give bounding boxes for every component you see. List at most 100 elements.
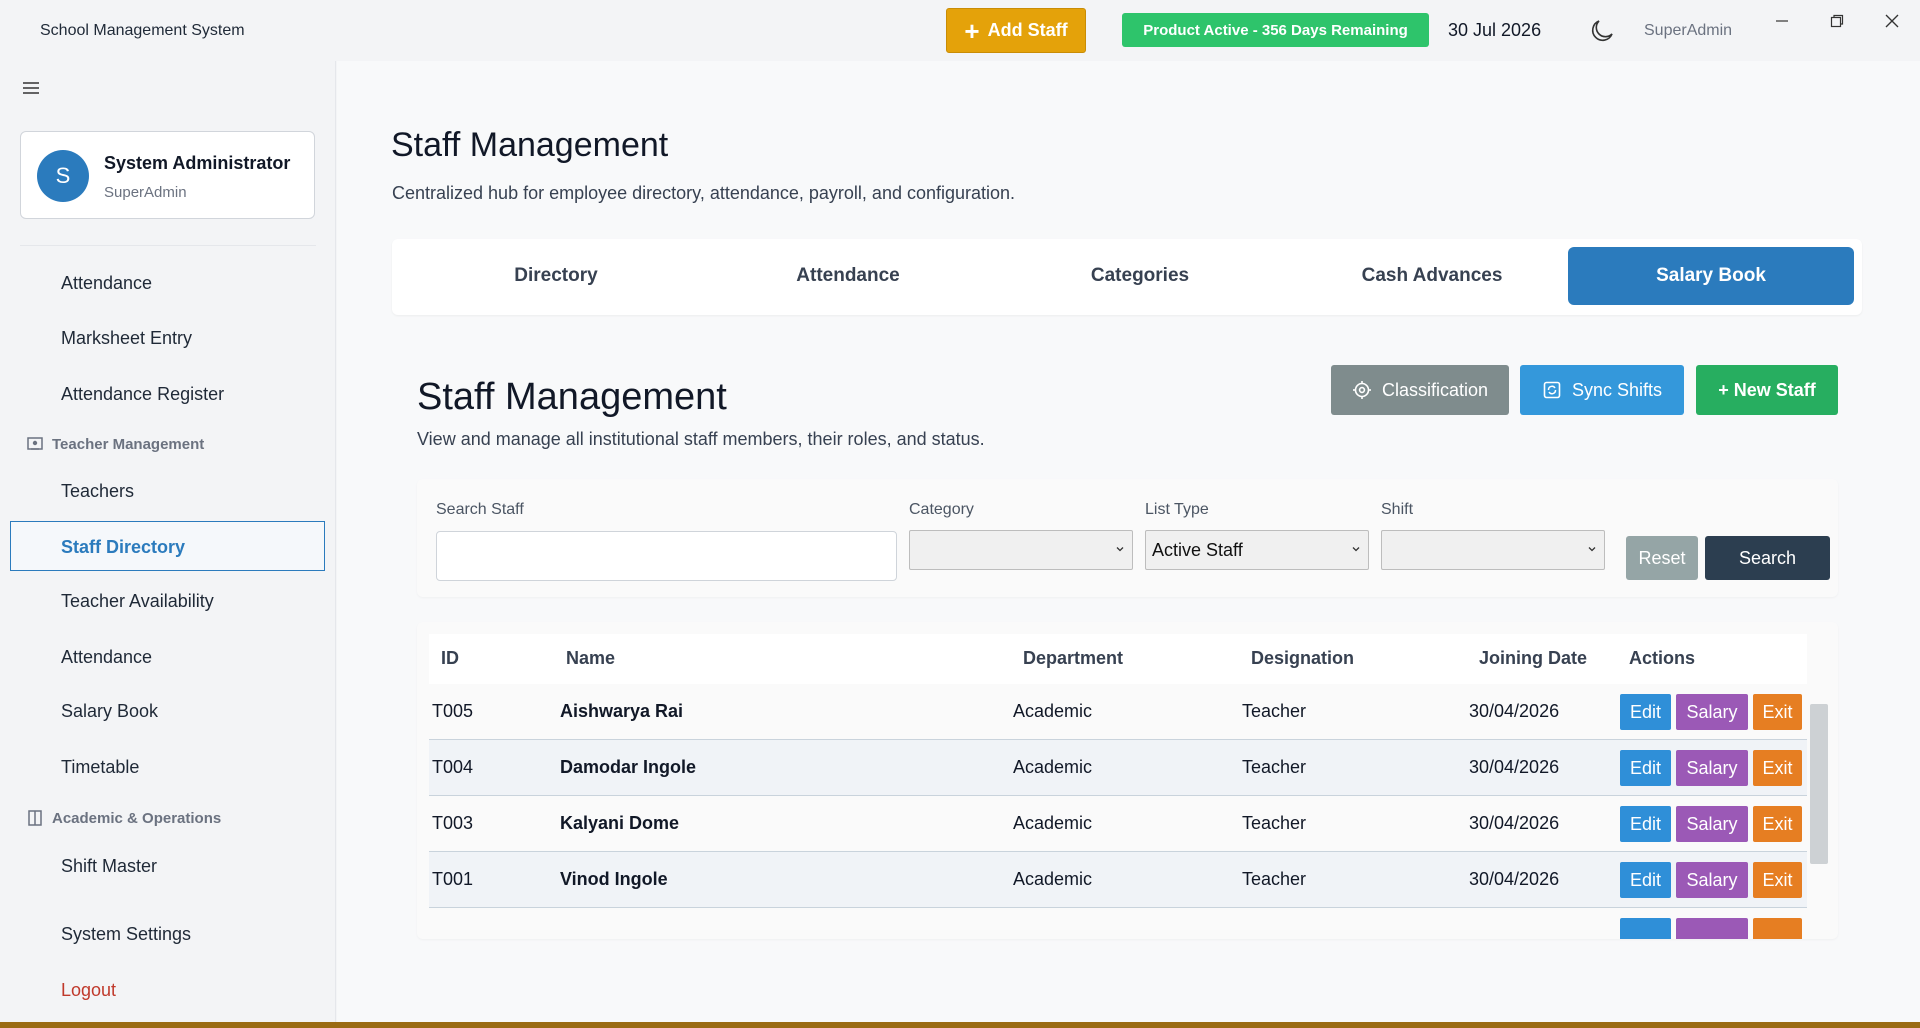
cell-name: Vinod Ingole bbox=[560, 869, 668, 889]
add-staff-button[interactable]: + Add Staff bbox=[946, 8, 1086, 53]
teacher-icon bbox=[27, 437, 43, 450]
shift-select[interactable] bbox=[1381, 530, 1605, 570]
tab-attendance[interactable]: Attendance bbox=[705, 247, 991, 305]
cell-id: T005 bbox=[432, 701, 474, 721]
section-label: Teacher Management bbox=[52, 435, 205, 453]
cell-id: T001 bbox=[432, 869, 474, 889]
list-type-value: Active Staff bbox=[1152, 539, 1243, 560]
divider bbox=[20, 245, 316, 246]
tab-categories[interactable]: Categories bbox=[997, 247, 1283, 305]
exit-button[interactable]: Exit bbox=[1753, 862, 1802, 898]
edit-button[interactable]: Edit bbox=[1620, 750, 1671, 786]
profile-role: SuperAdmin bbox=[104, 184, 187, 201]
page-title: Staff Management bbox=[391, 126, 669, 164]
sidebar-item-marksheet-entry[interactable]: Marksheet Entry bbox=[61, 328, 192, 349]
salary-button[interactable]: Salary bbox=[1676, 694, 1748, 730]
cell-designation: Teacher bbox=[1242, 813, 1307, 833]
chevron-down-icon bbox=[1116, 547, 1124, 552]
sidebar-item-logout[interactable]: Logout bbox=[61, 980, 116, 1001]
new-staff-button[interactable]: + New Staff bbox=[1696, 365, 1838, 415]
cell-designation: Teacher bbox=[1242, 869, 1307, 889]
header-joining-date: Joining Date bbox=[1479, 648, 1588, 668]
section-academic-operations: Academic & Operations bbox=[26, 809, 221, 827]
close-button[interactable] bbox=[1877, 6, 1907, 36]
cell-department: Academic bbox=[1013, 869, 1093, 889]
bottom-bar bbox=[0, 1022, 1920, 1028]
salary-button[interactable]: Salary bbox=[1676, 862, 1748, 898]
cell-department: Academic bbox=[1013, 701, 1093, 721]
chevron-down-icon bbox=[1352, 547, 1360, 552]
staff-table: ID Name Department Designation Joining D… bbox=[417, 622, 1838, 939]
user-role: SuperAdmin bbox=[1644, 22, 1733, 39]
edit-button[interactable]: Edit bbox=[1620, 862, 1671, 898]
header-name: Name bbox=[566, 648, 616, 668]
salary-button[interactable] bbox=[1676, 918, 1748, 939]
restore-button[interactable] bbox=[1822, 6, 1852, 36]
classification-button[interactable]: Classification bbox=[1331, 365, 1509, 415]
sidebar-item-attendance[interactable]: Attendance bbox=[61, 273, 152, 294]
section-subtitle: View and manage all institutional staff … bbox=[417, 429, 985, 449]
salary-button[interactable]: Salary bbox=[1676, 806, 1748, 842]
plus-icon: + bbox=[964, 15, 980, 46]
book-icon bbox=[28, 810, 42, 826]
hamburger-menu-icon[interactable] bbox=[20, 77, 42, 99]
cell-name: Aishwarya Rai bbox=[560, 701, 684, 721]
cell-department: Academic bbox=[1013, 813, 1093, 833]
reset-button[interactable]: Reset bbox=[1626, 536, 1698, 580]
sidebar-item-salary-book[interactable]: Salary Book bbox=[61, 701, 158, 722]
cell-department: Academic bbox=[1013, 757, 1093, 777]
section-title: Staff Management bbox=[417, 376, 727, 418]
moon-icon[interactable] bbox=[1589, 18, 1615, 44]
tab-cash-advances[interactable]: Cash Advances bbox=[1289, 247, 1575, 305]
avatar: S bbox=[37, 150, 89, 202]
cell-id: T004 bbox=[432, 757, 474, 777]
search-staff-input[interactable] bbox=[436, 531, 897, 581]
search-button[interactable]: Search bbox=[1705, 536, 1830, 580]
close-icon bbox=[1885, 14, 1899, 28]
minimize-button[interactable] bbox=[1767, 6, 1797, 36]
edit-button[interactable]: Edit bbox=[1620, 806, 1671, 842]
exit-button[interactable]: Exit bbox=[1753, 750, 1802, 786]
exit-button[interactable] bbox=[1753, 918, 1802, 939]
sync-shifts-button[interactable]: Sync Shifts bbox=[1520, 365, 1684, 415]
edit-button[interactable] bbox=[1620, 918, 1671, 939]
cell-joining-date: 30/04/2026 bbox=[1469, 813, 1560, 833]
table-row: T001 Vinod Ingole Academic Teacher 30/04… bbox=[429, 852, 1807, 908]
tab-bar: Directory Attendance Categories Cash Adv… bbox=[392, 239, 1862, 315]
table-scrollbar[interactable] bbox=[1810, 704, 1828, 864]
section-label: Academic & Operations bbox=[52, 809, 222, 827]
restore-icon bbox=[1830, 14, 1844, 28]
sidebar-item-teacher-availability[interactable]: Teacher Availability bbox=[61, 591, 214, 612]
sidebar-item-shift-master[interactable]: Shift Master bbox=[61, 856, 157, 877]
sidebar-item-system-settings[interactable]: System Settings bbox=[61, 924, 191, 945]
salary-button[interactable]: Salary bbox=[1676, 750, 1748, 786]
filter-panel: Search Staff Category List Type Active S… bbox=[417, 479, 1838, 597]
table-row-partial bbox=[429, 908, 1807, 939]
sidebar-item-staff-directory[interactable]: Staff Directory bbox=[61, 537, 185, 558]
minimize-icon bbox=[1776, 20, 1788, 22]
sidebar-item-attendance-register[interactable]: Attendance Register bbox=[61, 384, 224, 405]
main-content: Staff Management Centralized hub for emp… bbox=[337, 61, 1920, 1022]
title-bar: School Management System + Add Staff Pro… bbox=[0, 0, 1920, 61]
edit-button[interactable]: Edit bbox=[1620, 694, 1671, 730]
sidebar-item-teachers[interactable]: Teachers bbox=[61, 481, 134, 502]
gear-icon bbox=[1352, 381, 1371, 399]
category-select[interactable] bbox=[909, 530, 1133, 570]
header-id: ID bbox=[441, 648, 459, 668]
classification-label: Classification bbox=[1381, 379, 1489, 400]
chevron-down-icon bbox=[1588, 547, 1596, 552]
tab-directory[interactable]: Directory bbox=[413, 247, 699, 305]
list-type-select[interactable]: Active Staff bbox=[1145, 530, 1369, 570]
cell-designation: Teacher bbox=[1242, 701, 1307, 721]
tab-salary-book[interactable]: Salary Book bbox=[1568, 247, 1854, 305]
profile-name: System Administrator bbox=[104, 153, 291, 173]
exit-button[interactable]: Exit bbox=[1753, 806, 1802, 842]
sidebar-item-timetable[interactable]: Timetable bbox=[61, 757, 139, 778]
profile-card: S System Administrator SuperAdmin bbox=[20, 131, 315, 219]
table-row: T004 Damodar Ingole Academic Teacher 30/… bbox=[429, 740, 1807, 796]
category-label: Category bbox=[909, 501, 974, 518]
product-status-badge: Product Active - 356 Days Remaining bbox=[1122, 13, 1429, 47]
exit-button[interactable]: Exit bbox=[1753, 694, 1802, 730]
add-staff-label: Add Staff bbox=[987, 20, 1068, 40]
sidebar-item-attendance-2[interactable]: Attendance bbox=[61, 647, 152, 668]
